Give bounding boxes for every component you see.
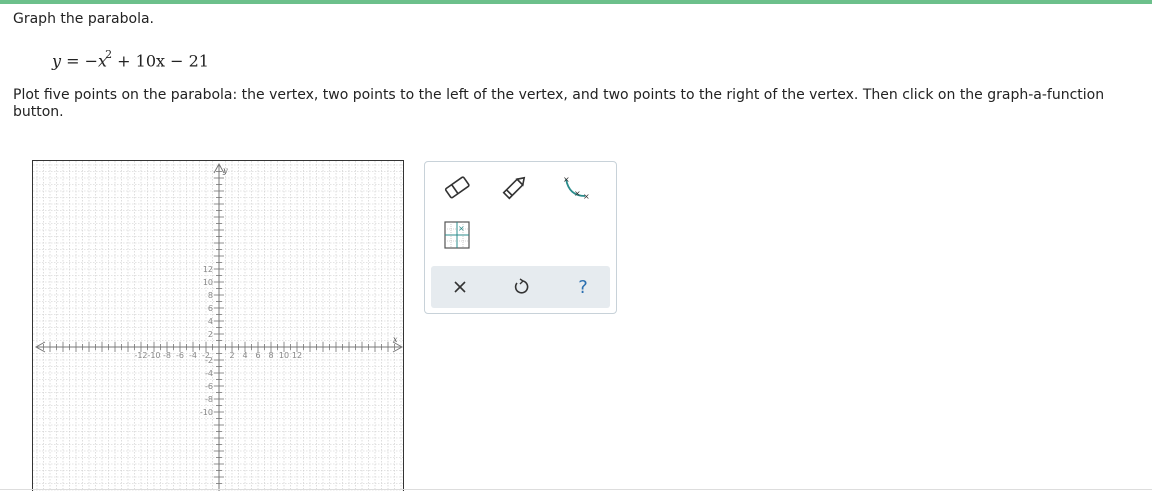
graph-area[interactable]: x y -12 -10 -8 -6 -4 -2 2 4 6 8 10 12 12 10 8 6 4 2 -2 -4 -6 -8… xyxy=(32,160,404,491)
x-tick-label: -8 xyxy=(163,351,171,360)
x-tick-label: 8 xyxy=(268,351,273,360)
parabola-curve-icon: × × × xyxy=(563,175,590,200)
equation-equals: = xyxy=(66,51,80,71)
point-table-tool-button[interactable]: × xyxy=(439,220,475,250)
x-tick-label: -12 xyxy=(134,351,147,360)
eraser-tool-button[interactable] xyxy=(439,172,475,202)
x-tick-label: 2 xyxy=(229,351,234,360)
equation-y: y xyxy=(52,51,62,71)
grid-point-icon: × xyxy=(444,221,470,249)
x-tick-label: -4 xyxy=(189,351,197,360)
y-tick-label: 12 xyxy=(203,265,213,274)
x-tick-label: -10 xyxy=(147,351,160,360)
x-tick-label: 6 xyxy=(255,351,260,360)
action-bar: ? xyxy=(431,266,610,308)
y-tick-label: -2 xyxy=(205,356,213,365)
equation-rest: + 10x − 21 xyxy=(117,51,209,71)
coordinate-plane[interactable]: xy-12 -10 -8 -6 -4 -2 2 4 6 8 10 1212108642-2-4-6-8… xyxy=(33,161,404,491)
graph-a-function-button[interactable]: × × × xyxy=(557,172,593,202)
y-tick-label: 2 xyxy=(208,330,213,339)
y-tick-label: 8 xyxy=(208,291,213,300)
x-tick-label: 12 xyxy=(292,351,302,360)
y-tick-label: 6 xyxy=(208,304,213,313)
y-tick-label: -8 xyxy=(205,395,213,404)
x-tick-label: -6 xyxy=(176,351,184,360)
svg-text:×: × xyxy=(574,189,581,198)
svg-text:×: × xyxy=(583,192,590,200)
y-axis-label: y xyxy=(222,166,228,175)
graph-tool-palette: × × × × ? xyxy=(424,161,617,314)
pencil-tool-button[interactable] xyxy=(497,172,533,202)
help-button[interactable]: ? xyxy=(565,272,601,302)
pencil-icon xyxy=(502,176,526,200)
equation-exponent: 2 xyxy=(105,48,113,61)
close-icon xyxy=(454,281,466,293)
clear-all-button[interactable] xyxy=(442,272,478,302)
undo-button[interactable] xyxy=(503,272,539,302)
instructions: Plot five points on the parabola: the ve… xyxy=(13,87,1105,120)
x-tick-label: 4 xyxy=(242,351,247,360)
undo-icon xyxy=(514,278,529,294)
equation: y = −x2 + 10x − 21 xyxy=(52,48,209,71)
top-accent-bar xyxy=(0,0,1152,4)
question-title: Graph the parabola. xyxy=(13,11,154,27)
bottom-divider xyxy=(0,489,1152,490)
x-axis-label: x xyxy=(393,335,398,344)
y-tick-label: -6 xyxy=(205,382,213,391)
svg-text:×: × xyxy=(563,175,570,184)
y-tick-label: -10 xyxy=(200,408,213,417)
y-tick-label: 10 xyxy=(203,278,213,287)
svg-text:×: × xyxy=(458,224,465,233)
eraser-icon xyxy=(444,176,470,199)
y-tick-label: 4 xyxy=(208,317,213,326)
x-tick-label: 10 xyxy=(279,351,289,360)
equation-neg: − xyxy=(84,51,99,71)
y-tick-label: -4 xyxy=(205,369,213,378)
